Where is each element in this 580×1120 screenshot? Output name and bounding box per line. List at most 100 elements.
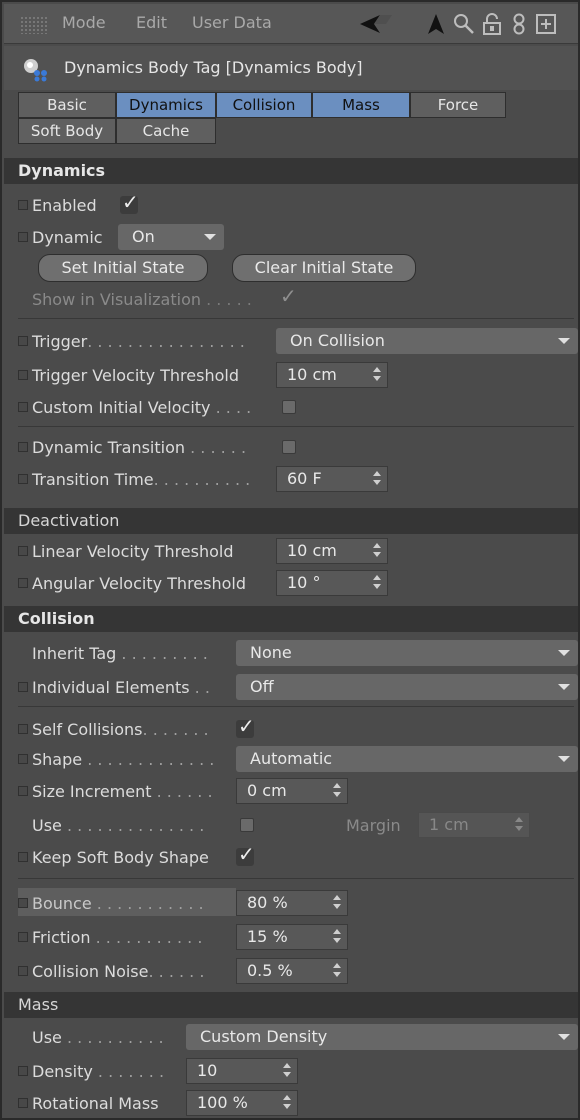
dropdown-arrow-icon [204,234,216,240]
dynamic-value: On [132,227,155,246]
spinner-icon[interactable] [515,817,523,833]
tab-force[interactable]: Force [410,92,506,118]
spinner-icon[interactable] [283,1095,291,1111]
dynamic-transition-row: Dynamic Transition . . . . . . [18,432,246,462]
checkmark-icon: ✓ [238,842,255,866]
shape-dropdown[interactable]: Automatic [236,746,578,772]
inherit-tag-dropdown[interactable]: None [236,640,578,666]
linear-velocity-field[interactable]: 10 cm [276,538,388,564]
search-icon[interactable] [452,10,476,38]
enabled-row: Enabled [18,190,97,220]
animate-bullet[interactable] [18,232,28,242]
show-visualization-label: Show in Visualization [32,289,201,309]
angular-velocity-value: 10 ° [287,573,321,592]
spinner-icon[interactable] [283,1063,291,1079]
animate-bullet[interactable] [18,1098,28,1108]
custom-initial-velocity-checkbox[interactable] [282,400,296,414]
individual-elements-label: Individual Elements [32,677,190,697]
individual-elements-dropdown[interactable]: Off [236,674,578,700]
tag-icon [22,58,48,82]
animate-bullet[interactable] [18,442,28,452]
spinner-icon[interactable] [333,895,341,911]
rotational-mass-row: Rotational Mass [18,1088,159,1118]
show-visualization-checkbox[interactable]: ✓ [278,284,297,308]
collision-noise-row: Collision Noise . . . . . . [18,956,204,986]
use-checkbox[interactable] [240,818,254,832]
animate-bullet[interactable] [18,546,28,556]
bounce-row: Bounce . . . . . . . . . . . [18,888,204,918]
dynamic-transition-label: Dynamic Transition [32,437,186,457]
animate-bullet[interactable] [18,786,28,796]
animate-bullet[interactable] [18,578,28,588]
dynamic-transition-checkbox[interactable] [282,440,296,454]
arrow-up-icon[interactable] [424,10,448,38]
spinner-icon[interactable] [373,367,381,383]
tab-dynamics[interactable]: Dynamics [116,92,216,118]
dynamic-dropdown[interactable]: On [118,224,224,250]
keep-soft-body-shape-label: Keep Soft Body Shape [32,847,209,867]
menu-mode[interactable]: Mode [62,13,106,32]
friction-field[interactable]: 15 % [236,924,348,950]
animate-bullet[interactable] [18,474,28,484]
bounce-field[interactable]: 80 % [236,890,348,916]
mass-use-dropdown[interactable]: Custom Density [186,1024,578,1050]
spinner-icon[interactable] [333,783,341,799]
trigger-velocity-value: 10 cm [287,365,337,384]
animate-bullet[interactable] [18,724,28,734]
animate-bullet[interactable] [18,852,28,862]
spinner-icon[interactable] [333,929,341,945]
enabled-checkbox[interactable]: ✓ [120,190,139,214]
tab-basic[interactable]: Basic [18,92,116,118]
self-collisions-checkbox[interactable]: ✓ [236,714,255,738]
tab-mass[interactable]: Mass [312,92,410,118]
animate-bullet[interactable] [18,932,28,942]
trigger-dropdown[interactable]: On Collision [276,328,578,354]
inherit-tag-value: None [250,643,292,662]
rotational-mass-field[interactable]: 100 % [186,1090,298,1116]
animate-bullet[interactable] [18,754,28,764]
grip-icon[interactable] [20,16,48,34]
transition-time-field[interactable]: 60 F [276,466,388,492]
set-initial-state-button[interactable]: Set Initial State [38,254,208,282]
tab-collision[interactable]: Collision [216,92,312,118]
animate-bullet[interactable] [18,336,28,346]
link-icon[interactable] [508,10,530,38]
clear-initial-state-button[interactable]: Clear Initial State [232,254,416,282]
collision-noise-field[interactable]: 0.5 % [236,958,348,984]
density-value: 10 [197,1061,218,1080]
angular-velocity-field[interactable]: 10 ° [276,570,388,596]
animate-bullet[interactable] [18,682,28,692]
size-increment-field[interactable]: 0 cm [236,778,348,804]
keep-soft-body-shape-checkbox[interactable]: ✓ [236,842,255,866]
animate-bullet[interactable] [18,200,28,210]
menu-user-data[interactable]: User Data [192,13,272,32]
spinner-icon[interactable] [333,963,341,979]
trigger-velocity-field[interactable]: 10 cm [276,362,388,388]
friction-value: 15 % [247,927,288,946]
animate-bullet[interactable] [18,402,28,412]
animate-bullet[interactable] [18,898,28,908]
mass-use-value: Custom Density [200,1027,328,1046]
animate-bullet[interactable] [18,1066,28,1076]
margin-field[interactable]: 1 cm [418,812,530,838]
inherit-tag-label: Inherit Tag [32,643,117,663]
checkmark-icon: ✓ [280,284,297,308]
density-field[interactable]: 10 [186,1058,298,1084]
animate-bullet[interactable] [18,370,28,380]
density-row: Density . . . . . . . [18,1056,164,1086]
separator [18,426,574,427]
menu-edit[interactable]: Edit [136,13,167,32]
angular-velocity-row: Angular Velocity Threshold [18,568,246,598]
spinner-icon[interactable] [373,543,381,559]
tab-soft-body[interactable]: Soft Body [18,118,116,144]
tab-cache[interactable]: Cache [116,118,216,144]
spinner-icon[interactable] [373,575,381,591]
trigger-row: Trigger . . . . . . . . . . . . . . . . [18,326,245,356]
spinner-icon[interactable] [373,471,381,487]
lock-icon[interactable] [480,10,504,38]
bounce-label: Bounce [32,893,92,913]
friction-row: Friction . . . . . . . . . . . [18,922,202,952]
new-window-icon[interactable] [534,10,558,38]
arrow-left-icon[interactable] [356,10,396,38]
animate-bullet[interactable] [18,966,28,976]
